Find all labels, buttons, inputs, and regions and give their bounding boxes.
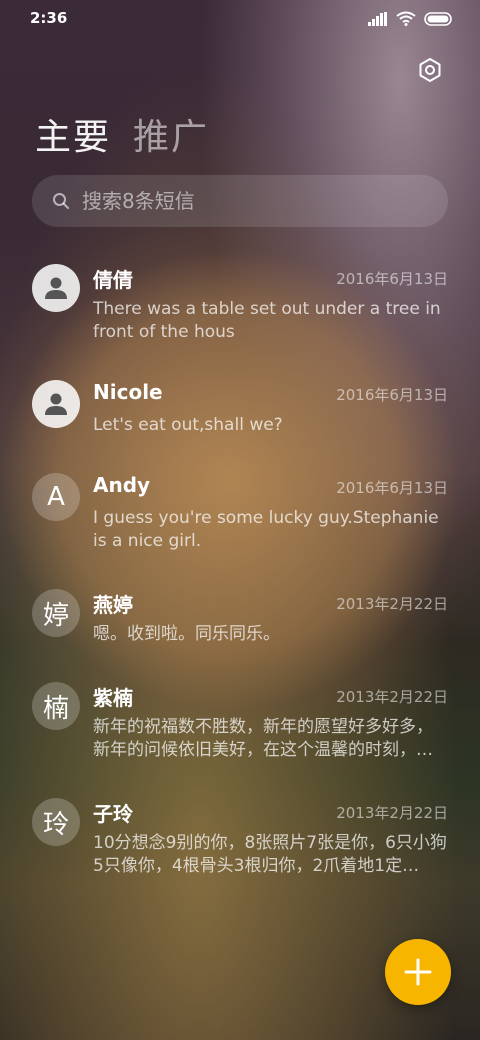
avatar: 婷 [32, 589, 80, 637]
contact-name: Andy [93, 473, 151, 497]
message-preview: There was a table set out under a tree i… [93, 299, 441, 342]
search-input[interactable] [80, 188, 424, 214]
tab-promotions[interactable]: 推广 [133, 108, 209, 160]
avatar: A [32, 473, 80, 521]
tab-bar: 主要 推广 [35, 108, 209, 160]
message-preview: I guess you're some lucky guy.Stephanie … [93, 508, 439, 551]
person-icon [45, 393, 67, 415]
message-date: 2016年6月13日 [336, 386, 448, 404]
status-time: 2:36 [30, 9, 68, 27]
status-bar: 2:36 [0, 0, 480, 40]
message-preview: 10分想念9别的你，8张照片7张是你，6只小狗5只像你，4根骨头3根归你，2爪着… [93, 833, 447, 876]
search-icon [53, 193, 69, 209]
avatar [32, 380, 80, 428]
message-date: 2013年2月22日 [336, 595, 448, 613]
message-date: 2013年2月22日 [336, 688, 448, 706]
avatar: 楠 [32, 682, 80, 730]
message-date: 2013年2月22日 [336, 804, 448, 822]
signal-icon [368, 11, 387, 26]
battery-icon [424, 11, 452, 26]
search-bar[interactable] [32, 175, 448, 227]
contact-name: 子玲 [93, 802, 133, 826]
status-icons [368, 11, 454, 26]
tab-primary[interactable]: 主要 [35, 108, 111, 160]
wifi-icon [396, 11, 416, 26]
avatar [32, 264, 80, 312]
contact-name: 燕婷 [93, 593, 133, 617]
message-preview: 新年的祝福数不胜数，新年的愿望好多好多，新年的问候依旧美好，在这个温馨的时刻，… [93, 717, 433, 760]
message-date: 2016年6月13日 [336, 270, 448, 288]
settings-icon [419, 58, 441, 82]
plus-icon [404, 958, 432, 986]
contact-name: 倩倩 [93, 268, 133, 292]
contact-name: Nicole [93, 380, 163, 404]
avatar: 玲 [32, 798, 80, 846]
person-icon [45, 277, 67, 299]
message-preview: 嗯。收到啦。同乐同乐。 [93, 624, 280, 644]
contact-name: 紫楠 [93, 686, 133, 710]
settings-button[interactable] [416, 56, 444, 84]
new-message-button[interactable] [385, 939, 451, 1005]
message-date: 2016年6月13日 [336, 479, 448, 497]
message-preview: Let's eat out,shall we? [93, 415, 283, 435]
